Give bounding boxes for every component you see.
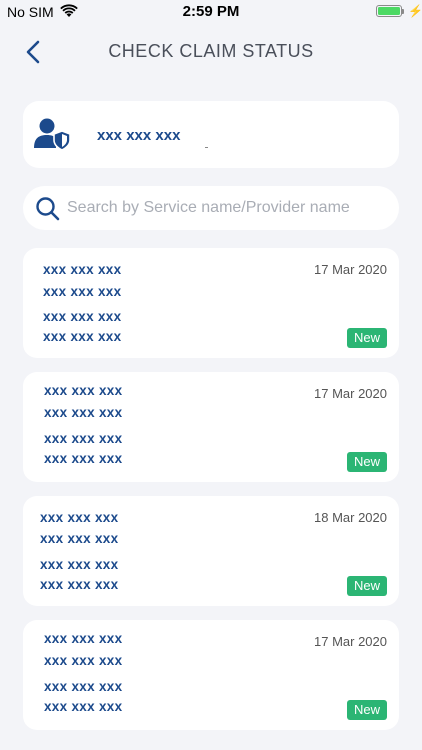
- page-title: CHECK CLAIM STATUS: [108, 41, 314, 61]
- claim-date: 18 Mar 2020: [314, 510, 387, 525]
- claim-line: xxx xxx xxx: [43, 309, 122, 324]
- claim-line: xxx xxx xxx: [44, 699, 123, 714]
- clock: 2:59 PM: [182, 3, 240, 20]
- claim-card[interactable]: xxx xxx xxx xxx xxx xxx xxx xxx xxx xxx …: [23, 496, 399, 606]
- claim-card[interactable]: xxx xxx xxx xxx xxx xxx xxx xxx xxx xxx …: [23, 372, 399, 482]
- battery-tip: [402, 9, 404, 14]
- claim-date: 17 Mar 2020: [314, 634, 387, 649]
- claim-line: xxx xxx xxx: [44, 653, 123, 668]
- claim-line: xxx xxx xxx: [44, 383, 123, 398]
- search-input[interactable]: [67, 186, 385, 230]
- nav-bar: CHECK CLAIM STATUS: [0, 30, 422, 74]
- charging-bolt-icon: ⚡: [408, 4, 422, 18]
- claim-line: xxx xxx xxx: [40, 531, 119, 546]
- status-badge: New: [346, 700, 387, 720]
- status-badge: New: [346, 452, 387, 472]
- user-shield-icon: [33, 117, 73, 156]
- search-icon: [35, 196, 61, 227]
- status-badge: New: [346, 328, 387, 348]
- claim-line: xxx xxx xxx: [43, 262, 122, 277]
- status-badge: New: [346, 576, 387, 596]
- profile-name: xxx xxx xxx: [97, 127, 181, 144]
- claim-line: xxx xxx xxx: [40, 577, 119, 592]
- claim-line: xxx xxx xxx: [44, 431, 123, 446]
- claim-line: xxx xxx xxx: [44, 451, 123, 466]
- battery-icon: [376, 5, 402, 17]
- search-bar[interactable]: [23, 186, 399, 230]
- claim-card[interactable]: xxx xxx xxx xxx xxx xxx xxx xxx xxx xxx …: [23, 620, 399, 730]
- claim-line: xxx xxx xxx: [43, 284, 122, 299]
- text-cursor: [205, 147, 208, 148]
- claim-line: xxx xxx xxx: [43, 329, 122, 344]
- claim-line: xxx xxx xxx: [44, 405, 123, 420]
- claim-line: xxx xxx xxx: [40, 510, 119, 525]
- claim-date: 17 Mar 2020: [314, 386, 387, 401]
- claim-date: 17 Mar 2020: [314, 262, 387, 277]
- claim-line: xxx xxx xxx: [44, 679, 123, 694]
- claim-card[interactable]: xxx xxx xxx xxx xxx xxx xxx xxx xxx xxx …: [23, 248, 399, 358]
- claim-line: xxx xxx xxx: [44, 631, 123, 646]
- claim-line: xxx xxx xxx: [40, 557, 119, 572]
- status-bar: No SIM 2:59 PM ⚡: [0, 0, 422, 24]
- profile-card[interactable]: xxx xxx xxx: [23, 101, 399, 168]
